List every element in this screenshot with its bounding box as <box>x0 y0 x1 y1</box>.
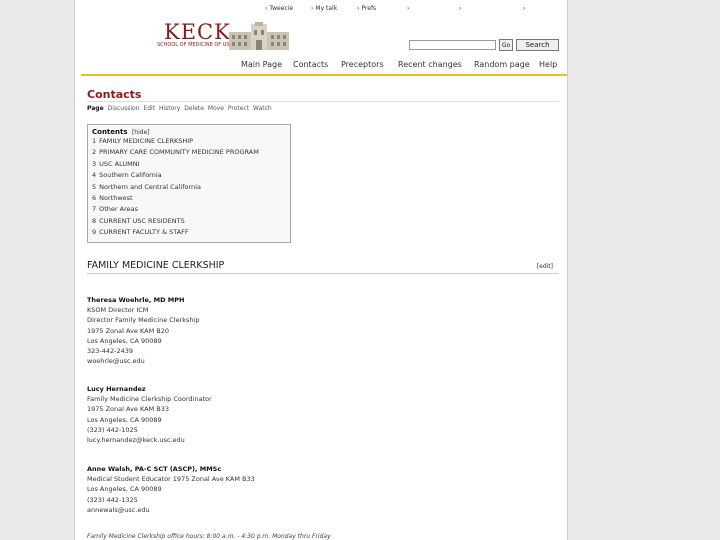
user-link-logout[interactable] <box>523 5 527 12</box>
toc-item[interactable]: 8 CURRENT USC RESIDENTS <box>92 216 286 227</box>
contact-block: Anne Walsh, PA-C SCT (ASCP), MMSc Medica… <box>87 464 255 515</box>
action-watch[interactable]: Watch <box>253 105 272 112</box>
page-actions: Page Discussion Edit History Delete Move… <box>87 105 274 112</box>
nav-recent-changes[interactable]: Recent changes <box>398 60 462 69</box>
action-move[interactable]: Move <box>208 105 224 112</box>
top-nav: Main Page Contacts Preceptors Recent cha… <box>241 60 559 74</box>
header-divider <box>81 74 567 76</box>
nav-help[interactable]: Help <box>539 60 557 69</box>
toc-item-number: 6 <box>92 193 97 202</box>
contact-name: Anne Walsh, PA-C SCT (ASCP), MMSc <box>87 465 222 473</box>
contact-name: Theresa Woehrle, MD MPH <box>87 296 185 304</box>
nav-preceptors[interactable]: Preceptors <box>341 60 384 69</box>
nav-random-page[interactable]: Random page <box>474 60 530 69</box>
action-page[interactable]: Page <box>87 105 104 112</box>
search-button[interactable]: Search <box>516 39 559 51</box>
toc-item-label: Northwest <box>99 193 133 202</box>
toc-item-label: FAMILY MEDICINE CLERKSHIP <box>99 137 194 145</box>
toc-item-number: 3 <box>92 159 97 168</box>
contact-line: KSOM Director ICM <box>87 306 149 315</box>
contact-email[interactable]: woehrle@usc.edu <box>87 356 199 366</box>
user-link-name[interactable]: Tweecie <box>265 5 293 12</box>
search-input[interactable] <box>409 40 496 50</box>
toc-item-number: 9 <box>92 228 97 237</box>
user-link-watchlist[interactable] <box>407 5 411 12</box>
contact-line: Director Family Medicine Clerkship <box>87 316 200 325</box>
toc-item[interactable]: 1 FAMILY MEDICINE CLERKSHIP <box>92 136 286 147</box>
contact-email[interactable]: lucy.hernandez@keck.usc.edu <box>87 435 212 445</box>
section-edit-link[interactable]: [edit] <box>537 263 553 270</box>
contact-line: 1975 Zonal Ave KAM B33 <box>87 405 169 414</box>
office-hours-note: Family Medicine Clerkship office hours: … <box>87 533 331 540</box>
user-link-contributions[interactable] <box>459 5 463 12</box>
toc-item[interactable]: 5 Northern and Central California <box>92 182 286 193</box>
toc-item-number: 1 <box>92 137 97 145</box>
contact-block: Lucy Hernandez Family Medicine Clerkship… <box>87 384 212 445</box>
action-edit[interactable]: Edit <box>143 105 155 112</box>
toc-heading: Contents <box>92 128 128 136</box>
contact-line: Los Angeles, CA 90089 <box>87 415 162 424</box>
contact-line: Medical Student Educator 1975 Zonal Ave … <box>87 475 255 484</box>
page-title: Contacts <box>87 88 142 101</box>
contact-line: Los Angeles, CA 90089 <box>87 485 162 494</box>
toc-item-label: PRIMARY CARE COMMUNITY MEDICINE PROGRAM <box>99 148 259 157</box>
toc-item[interactable]: 3 USC ALUMNI <box>92 159 286 170</box>
toc-hide-link[interactable]: [hide] <box>132 129 150 136</box>
contact-line: 323-442-2439 <box>87 347 134 356</box>
contact-name: Lucy Hernandez <box>87 385 146 393</box>
action-protect[interactable]: Protect <box>228 105 249 112</box>
toc-item-label: Northern and Central California <box>99 182 201 191</box>
toc-item-label: Southern California <box>99 171 162 180</box>
action-delete[interactable]: Delete <box>184 105 204 112</box>
toc-item-label: USC ALUMNI <box>99 159 140 168</box>
page-container: Tweecie My talk Prefs KECK SCHOOL OF MED… <box>74 0 568 540</box>
toc-item-label: CURRENT FACULTY & STAFF <box>99 228 189 237</box>
logo-name: KECK <box>164 20 231 44</box>
table-of-contents: Contents [hide] 1 FAMILY MEDICINE CLERKSH… <box>87 124 291 243</box>
user-link-prefs[interactable]: Prefs <box>357 5 376 12</box>
section-divider <box>87 273 559 274</box>
user-links: Tweecie My talk Prefs <box>265 5 559 15</box>
go-button[interactable]: Go <box>499 39 513 51</box>
user-link-talk[interactable]: My talk <box>311 5 337 12</box>
toc-item-label: Other Areas <box>99 205 139 214</box>
toc-item-number: 5 <box>92 182 97 191</box>
toc-item-label: CURRENT USC RESIDENTS <box>99 216 185 225</box>
contact-line: (323) 442-1025 <box>87 425 138 434</box>
contact-line: (323) 442-1325 <box>87 495 138 504</box>
toc-item[interactable]: 7 Other Areas <box>92 204 286 215</box>
section-heading: FAMILY MEDICINE CLERKSHIP <box>87 260 225 271</box>
toc-item-number: 4 <box>92 171 97 180</box>
site-logo[interactable]: KECK SCHOOL OF MEDICINE OF USC <box>115 18 289 52</box>
nav-contacts[interactable]: Contacts <box>293 60 328 69</box>
nav-main-page[interactable]: Main Page <box>241 60 282 69</box>
title-divider <box>87 101 559 102</box>
contact-line: 1975 Zonal Ave KAM B20 <box>87 326 169 335</box>
toc-item[interactable]: 2 PRIMARY CARE COMMUNITY MEDICINE PROGRAM <box>92 147 286 158</box>
toc-item[interactable]: 9 CURRENT FACULTY & STAFF <box>92 227 286 238</box>
action-history[interactable]: History <box>159 105 180 112</box>
toc-item-number: 7 <box>92 205 97 214</box>
toc-item[interactable]: 6 Northwest <box>92 193 286 204</box>
logo-subtitle: SCHOOL OF MEDICINE OF USC <box>157 42 234 48</box>
building-icon <box>229 22 289 50</box>
toc-item-number: 2 <box>92 148 97 157</box>
contact-line: Family Medicine Clerkship Coordinator <box>87 395 212 404</box>
toc-item-number: 8 <box>92 216 97 225</box>
contact-line: Los Angeles, CA 90089 <box>87 336 162 345</box>
toc-item[interactable]: 4 Southern California <box>92 170 286 181</box>
contact-block: Theresa Woehrle, MD MPH KSOM Director IC… <box>87 295 199 366</box>
contact-email[interactable]: annewals@usc.edu <box>87 505 255 515</box>
action-discussion[interactable]: Discussion <box>108 105 140 112</box>
